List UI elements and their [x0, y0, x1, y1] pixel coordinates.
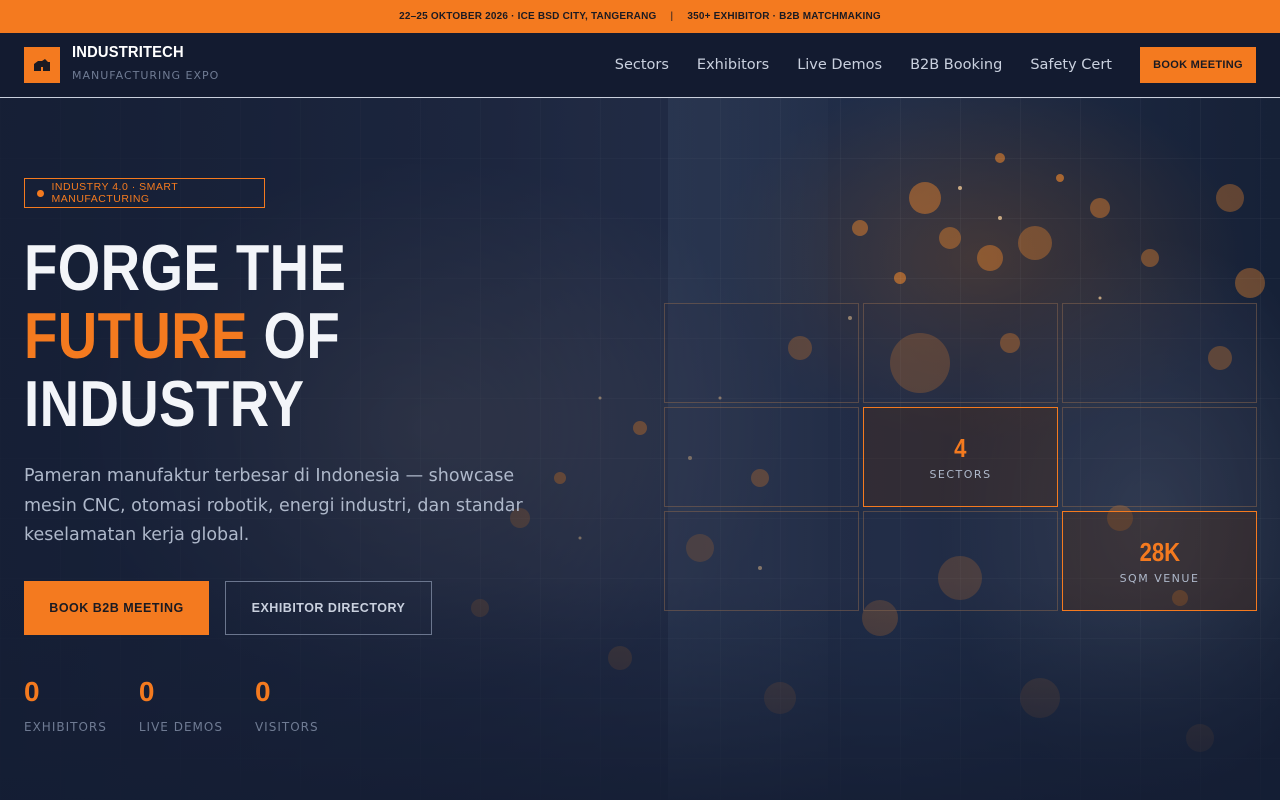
event-highlights: 350+ EXHIBITOR · B2B MATCHMAKING [687, 11, 881, 22]
exhibitor-directory-button[interactable]: EXHIBITOR DIRECTORY [225, 581, 432, 635]
nav-link-safety-cert[interactable]: Safety Cert [1030, 57, 1112, 73]
book-b2b-meeting-button[interactable]: BOOK B2B MEETING [24, 581, 209, 635]
headline-line-1: FORGE THE [24, 231, 347, 304]
nav-link-sectors[interactable]: Sectors [615, 57, 669, 73]
stat-label: VISITORS [254, 720, 319, 734]
hero-lead: Pameran manufaktur terbesar di Indonesia… [24, 466, 523, 545]
tag-dot-icon [37, 189, 44, 197]
hero-headline: FORGE THE FUTURE OF INDUSTRY [24, 234, 346, 438]
book-meeting-button[interactable]: BOOK MEETING [1140, 47, 1256, 83]
hero-tag: INDUSTRY 4.0 · SMART MANUFACTURING [24, 178, 265, 208]
headline-line-2-rest: OF [247, 299, 341, 372]
stat-label: LIVE DEMOS [138, 720, 223, 734]
stat-exhibitors: 0 EXHIBITORS [24, 676, 107, 734]
grid-tile [664, 511, 859, 611]
nav-link-b2b-booking[interactable]: B2B Booking [910, 57, 1002, 73]
tile-label: SECTORS [929, 467, 992, 481]
headline-line-2: FUTURE OF [24, 302, 346, 370]
venue-size-tile: 28K SQM VENUE [1062, 511, 1257, 611]
grid-tile [863, 303, 1058, 403]
event-date-location: 22–25 OKTOBER 2026 · ICE BSD CITY, TANGE… [399, 11, 657, 22]
stat-visitors: 0 VISITORS [255, 676, 319, 734]
grid-tile [664, 303, 859, 403]
hero-tag-label: INDUSTRY 4.0 · SMART MANUFACTURING [51, 181, 179, 205]
grid-tile [1062, 407, 1257, 507]
nav-links: Sectors Exhibitors Live Demos B2B Bookin… [615, 33, 1112, 97]
brand-logo[interactable] [24, 47, 60, 83]
brand-subtitle: MANUFACTURING EXPO [72, 69, 220, 82]
hero-section: INDUSTRY 4.0 · SMART MANUFACTURING FORGE… [0, 98, 1280, 800]
tile-value: 28K [1139, 536, 1180, 567]
stat-label: EXHIBITORS [24, 720, 107, 734]
tile-label: SQM VENUE [1119, 571, 1200, 585]
announcement-bar: 22–25 OKTOBER 2026 · ICE BSD CITY, TANGE… [0, 0, 1280, 33]
stat-value: 0 [138, 676, 155, 707]
nav-link-exhibitors[interactable]: Exhibitors [697, 57, 769, 73]
hero-tile-grid: 4 SECTORS 28K SQM VENUE [664, 303, 1257, 611]
brand-name[interactable]: INDUSTRITECH [72, 44, 184, 62]
hero-stats: 0 EXHIBITORS 0 LIVE DEMOS 0 VISITORS [24, 676, 319, 734]
stat-live-demos: 0 LIVE DEMOS [139, 676, 223, 734]
nav-link-live-demos[interactable]: Live Demos [797, 57, 882, 73]
announcement-separator: | [670, 11, 674, 22]
factory-icon [34, 59, 50, 71]
grid-tile [863, 511, 1058, 611]
headline-accent: FUTURE [24, 299, 248, 372]
tile-value: 4 [954, 432, 967, 463]
grid-tile [1062, 303, 1257, 403]
stat-value: 0 [254, 676, 271, 707]
stat-value: 0 [24, 676, 40, 707]
headline-line-3: INDUSTRY [24, 367, 305, 440]
grid-tile [664, 407, 859, 507]
main-navigation: INDUSTRITECH MANUFACTURING EXPO Sectors … [0, 33, 1280, 98]
sectors-tile: 4 SECTORS [863, 407, 1058, 507]
